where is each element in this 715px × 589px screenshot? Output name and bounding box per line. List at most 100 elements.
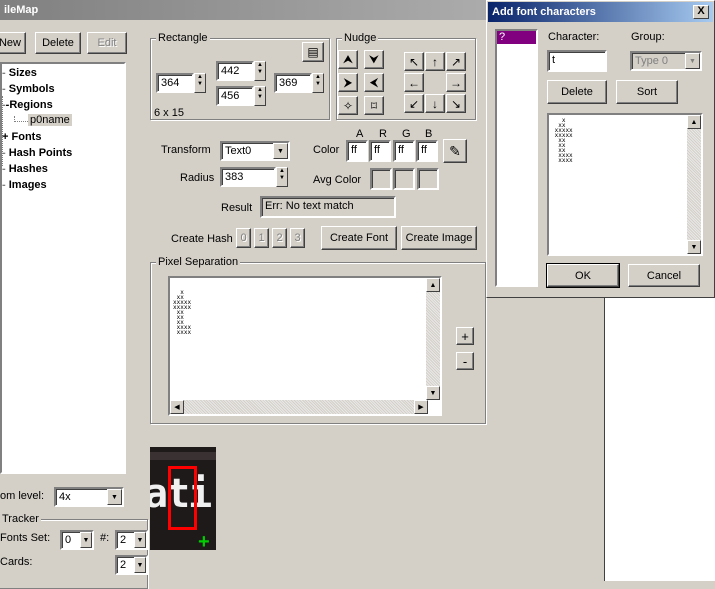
nudge-down-left-icon[interactable]: ↙ (404, 94, 424, 113)
color-g-field[interactable]: ff (393, 140, 415, 162)
rect-x-spinner[interactable]: ▲ ▼ (194, 73, 206, 93)
pixel-separation-vscroll[interactable]: ▲ ▼ (426, 278, 440, 400)
pixel-separation-glyph: x xx xxxxx xxxxx xx xx xx xxxx xxxx (173, 289, 192, 336)
rect-top-spinner[interactable]: ▲ ▼ (254, 61, 266, 81)
nudge-shrink-left-icon[interactable]: ⮜ (364, 73, 384, 92)
delete-button[interactable]: Delete (35, 32, 81, 54)
rect-w-field[interactable]: 369 (274, 73, 312, 93)
separation-minus-button[interactable]: - (456, 352, 474, 370)
rect-size-text: 6 x 15 (154, 107, 184, 119)
nudge-expand-up-icon[interactable]: ⮝ (338, 50, 358, 69)
main-title: ileMap (4, 4, 39, 16)
cancel-button[interactable]: Cancel (628, 264, 700, 287)
dialog-sort-button[interactable]: Sort (616, 80, 678, 104)
transform-select[interactable]: Text0 ▼ (220, 141, 290, 161)
scroll-down-icon[interactable]: ▼ (426, 386, 440, 400)
character-list[interactable]: ? (495, 29, 538, 287)
avg-color-swatch-c (417, 168, 439, 190)
tree-item-hashes[interactable]: - Hashes (2, 163, 48, 175)
pixel-separation-hscroll[interactable]: ◀ ▶ (170, 400, 428, 414)
chevron-down-icon[interactable]: ▼ (134, 557, 146, 573)
group-select[interactable]: Type 0 ▼ (630, 51, 702, 71)
rectangle-grid-icon[interactable]: ▤ (302, 42, 324, 62)
group-label: Group: (631, 31, 665, 43)
tree-item-symbols[interactable]: - Symbols (2, 83, 55, 95)
create-image-button[interactable]: Create Image (401, 226, 477, 250)
fonts-set-select[interactable]: 0 ▼ (60, 530, 94, 550)
nudge-label: Nudge (342, 32, 379, 44)
color-header-r: R (379, 128, 387, 140)
nudge-right-icon[interactable]: → (446, 73, 466, 92)
dialog-delete-button[interactable]: Delete (547, 80, 607, 104)
nudge-expand-all-icon[interactable]: ✧ (338, 96, 358, 115)
color-header-g: G (402, 128, 411, 140)
avg-color-label: Avg Color (313, 174, 362, 186)
ok-button[interactable]: OK (546, 263, 620, 288)
rectangle-label: Rectangle (156, 32, 210, 44)
color-header-b: B (425, 128, 433, 140)
tree-view[interactable]: - Sizes - Symbols --Regions p0name + Fon… (0, 62, 126, 474)
nudge-expand-right-icon[interactable]: ⮞ (338, 73, 358, 92)
rect-x-field[interactable]: 364 (156, 73, 194, 93)
result-label: Result (221, 202, 253, 214)
close-icon[interactable]: X (693, 5, 709, 19)
chevron-down-icon[interactable]: ▼ (134, 532, 146, 548)
tree-item-images[interactable]: - Images (2, 179, 47, 191)
marker-icon: + (198, 531, 210, 550)
dialog-glyph-vscroll[interactable]: ▲ ▼ (687, 115, 701, 254)
create-hash-1-button[interactable]: 1 (254, 228, 269, 248)
hash-select[interactable]: 2 ▼ (115, 530, 148, 550)
chevron-down-icon[interactable]: ▼ (273, 143, 288, 159)
nudge-up-left-icon[interactable]: ↖ (404, 52, 424, 71)
create-hash-0-button[interactable]: 0 (236, 228, 251, 248)
nudge-down-icon[interactable]: ↓ (425, 94, 445, 113)
tree-item-p0name[interactable]: p0name (28, 114, 72, 126)
color-b-field[interactable]: ff (416, 140, 438, 162)
nudge-up-icon[interactable]: ↑ (425, 52, 445, 71)
background-window (604, 297, 715, 581)
scroll-up-icon[interactable]: ▲ (687, 115, 701, 129)
cards-select[interactable]: 2 ▼ (115, 555, 148, 575)
eyedropper-icon[interactable]: ✎ (443, 139, 467, 163)
dialog-title-bar: Add font characters X (488, 2, 713, 22)
separation-plus-button[interactable]: + (456, 327, 474, 345)
color-r-field[interactable]: ff (369, 140, 391, 162)
region-preview-image: ati + (150, 447, 216, 550)
chevron-down-icon[interactable]: ▼ (107, 489, 122, 505)
nudge-shrink-up-icon[interactable]: ⮟ (364, 50, 384, 69)
scroll-left-icon[interactable]: ◀ (170, 400, 184, 414)
nudge-left-icon[interactable]: ← (404, 73, 424, 92)
scroll-right-icon[interactable]: ▶ (414, 400, 428, 414)
create-hash-3-button[interactable]: 3 (290, 228, 305, 248)
radius-spinner[interactable]: ▲ ▼ (276, 167, 288, 187)
color-a-field[interactable]: ff (346, 140, 368, 162)
new-button[interactable]: New (0, 32, 26, 54)
nudge-up-right-icon[interactable]: ↗ (446, 52, 466, 71)
scroll-up-icon[interactable]: ▲ (426, 278, 440, 292)
rect-bottom-spinner[interactable]: ▲ ▼ (254, 86, 266, 106)
tree-item-regions[interactable]: --Regions (2, 99, 53, 111)
character-list-item[interactable]: ? (497, 31, 536, 44)
scroll-down-icon[interactable]: ▼ (687, 240, 701, 254)
zoom-select[interactable]: 4x ▼ (54, 487, 124, 507)
color-label: Color (313, 144, 340, 156)
tree-item-sizes[interactable]: - Sizes (2, 67, 37, 79)
pixel-separation-view[interactable]: x xx xxxxx xxxxx xx xx xx xxxx xxxx ▲ ▼ … (168, 276, 442, 416)
create-font-button[interactable]: Create Font (321, 226, 397, 250)
chevron-down-icon[interactable]: ▼ (685, 53, 700, 69)
character-input[interactable]: t (547, 50, 607, 72)
fonts-set-value: 0 (65, 534, 72, 546)
edit-button[interactable]: Edit (87, 32, 127, 54)
rect-w-spinner[interactable]: ▲ ▼ (312, 73, 324, 93)
rect-top-field[interactable]: 442 (216, 61, 254, 81)
rect-bottom-field[interactable]: 456 (216, 86, 254, 106)
fonts-set-label: Fonts Set: (0, 532, 51, 544)
nudge-down-right-icon[interactable]: ↘ (446, 94, 466, 113)
tree-item-hash-points[interactable]: - Hash Points (2, 147, 72, 159)
radius-field[interactable]: 383 (220, 167, 276, 187)
nudge-shrink-all-icon[interactable]: ⌑ (364, 96, 384, 115)
chevron-down-icon[interactable]: ▼ (80, 532, 92, 548)
dialog-glyph-view[interactable]: x xx xxxxx xxxxx xx xx xx xxxx xxxx ▲ ▼ (547, 113, 703, 256)
tree-item-fonts[interactable]: + Fonts (2, 131, 41, 143)
create-hash-2-button[interactable]: 2 (272, 228, 287, 248)
